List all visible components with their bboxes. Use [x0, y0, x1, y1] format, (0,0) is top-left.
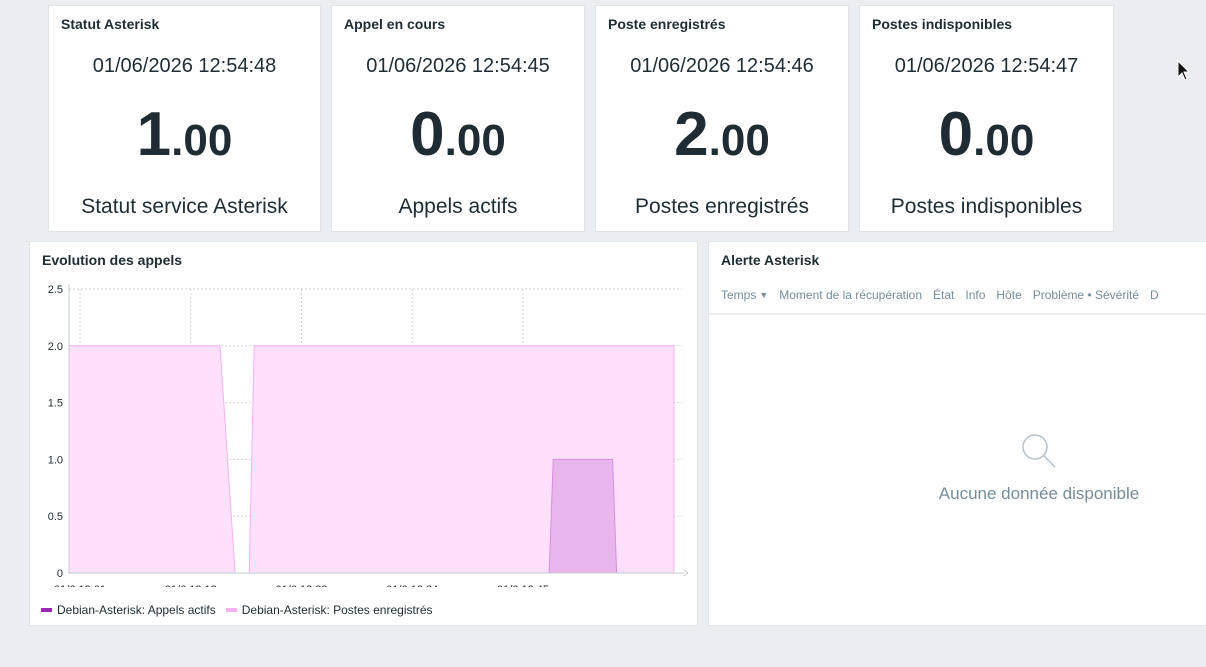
- kpi-description: Appels actifs: [398, 195, 518, 218]
- x-tick-label: 01/6 12:01: [54, 584, 106, 587]
- search-icon: [1022, 434, 1056, 468]
- kpi-description: Postes indisponibles: [890, 195, 1083, 218]
- column-header-temps[interactable]: Temps ▼: [721, 288, 768, 302]
- header-divider: [709, 313, 1206, 315]
- kpi-title: Statut Asterisk: [61, 16, 160, 32]
- alert-widget[interactable]: Alerte Asterisk Temps ▼ Moment de la récu…: [708, 241, 1206, 626]
- kpi-card-appel-en-cours[interactable]: Appel en cours 01/06/2026 12:54:45 0.00 …: [331, 5, 585, 232]
- legend-swatch: [225, 608, 237, 612]
- column-header-hote: Hôte: [996, 288, 1022, 302]
- kpi-value: 1.00: [136, 100, 233, 169]
- series-area-postes-enregistres: [68, 345, 236, 574]
- legend-item-appels-actifs[interactable]: Debian-Asterisk: Appels actifs: [41, 603, 216, 617]
- alert-title: Alerte Asterisk: [721, 252, 820, 268]
- kpi-description: Postes enregistrés: [635, 195, 809, 218]
- column-header-info: Info: [965, 288, 986, 302]
- series-area-appels-actifs: [548, 458, 618, 574]
- y-tick-label: 1.0: [48, 454, 63, 466]
- kpi-title: Appel en cours: [344, 16, 446, 32]
- kpi-value: 2.00: [674, 100, 770, 169]
- kpi-description: Statut service Asterisk: [81, 195, 288, 218]
- y-tick-label: 2.5: [48, 284, 63, 296]
- x-axis-arrow-icon: [683, 569, 689, 577]
- kpi-timestamp: 01/06/2026 12:54:47: [894, 55, 1079, 77]
- graph-widget[interactable]: Evolution des appels 00.51.01.52.02.501/…: [29, 241, 698, 626]
- kpi-value: 0.00: [938, 100, 1035, 169]
- alert-table-header: Temps ▼ Moment de la récupération État In…: [721, 288, 1159, 302]
- kpi-card-poste-enregistres[interactable]: Poste enregistrés 01/06/2026 12:54:46 2.…: [595, 5, 849, 232]
- legend-item-postes-enregistres[interactable]: Debian-Asterisk: Postes enregistrés: [225, 603, 433, 617]
- sort-arrow-down-icon: ▼: [759, 290, 769, 300]
- legend-label: Debian-Asterisk: Postes enregistrés: [241, 603, 433, 617]
- column-header-recuperation: Moment de la récupération: [779, 288, 923, 302]
- x-tick-label: 01/6 12:34: [386, 584, 438, 587]
- kpi-timestamp: 01/06/2026 12:54:46: [630, 55, 814, 77]
- column-header-duree: D: [1150, 288, 1159, 302]
- x-tick-label: 01/6 12:12: [165, 584, 217, 587]
- kpi-card-postes-indisponibles[interactable]: Postes indisponibles 01/06/2026 12:54:47…: [859, 5, 1114, 232]
- x-tick-label: 01/6 12:23: [276, 584, 328, 587]
- legend-label: Debian-Asterisk: Appels actifs: [57, 603, 216, 617]
- y-tick-label: 1.5: [48, 398, 63, 410]
- column-header-etat: État: [933, 288, 955, 302]
- legend-swatch: [41, 608, 52, 612]
- calls-evolution-chart[interactable]: 0 0.5 1.0 1.5 2.0 2.5 01/6 12:01 01/6 12:12 01/6…: [30, 242, 697, 587]
- y-tick-label: 0: [57, 568, 63, 580]
- kpi-card-statut-asterisk[interactable]: Statut Asterisk 01/06/2026 12:54:48 1.00…: [48, 5, 321, 232]
- kpi-title: Poste enregistrés: [608, 16, 726, 32]
- kpi-timestamp: 01/06/2026 12:54:48: [92, 55, 277, 77]
- kpi-timestamp: 01/06/2026 12:54:45: [366, 55, 550, 77]
- x-tick-label: 01/6 12:45: [497, 584, 549, 587]
- graph-legend: Debian-Asterisk: Appels actifs Debian-As…: [41, 603, 433, 617]
- y-tick-label: 0.5: [48, 511, 63, 523]
- empty-state-text: Aucune donnée disponible: [938, 484, 1140, 503]
- kpi-value: 0.00: [410, 100, 506, 169]
- y-tick-label: 2.0: [48, 341, 63, 353]
- column-header-probleme-severite[interactable]: Problème • Sévérité: [1033, 288, 1139, 302]
- kpi-title: Postes indisponibles: [872, 16, 1013, 32]
- mouse-cursor-icon: [1177, 60, 1191, 81]
